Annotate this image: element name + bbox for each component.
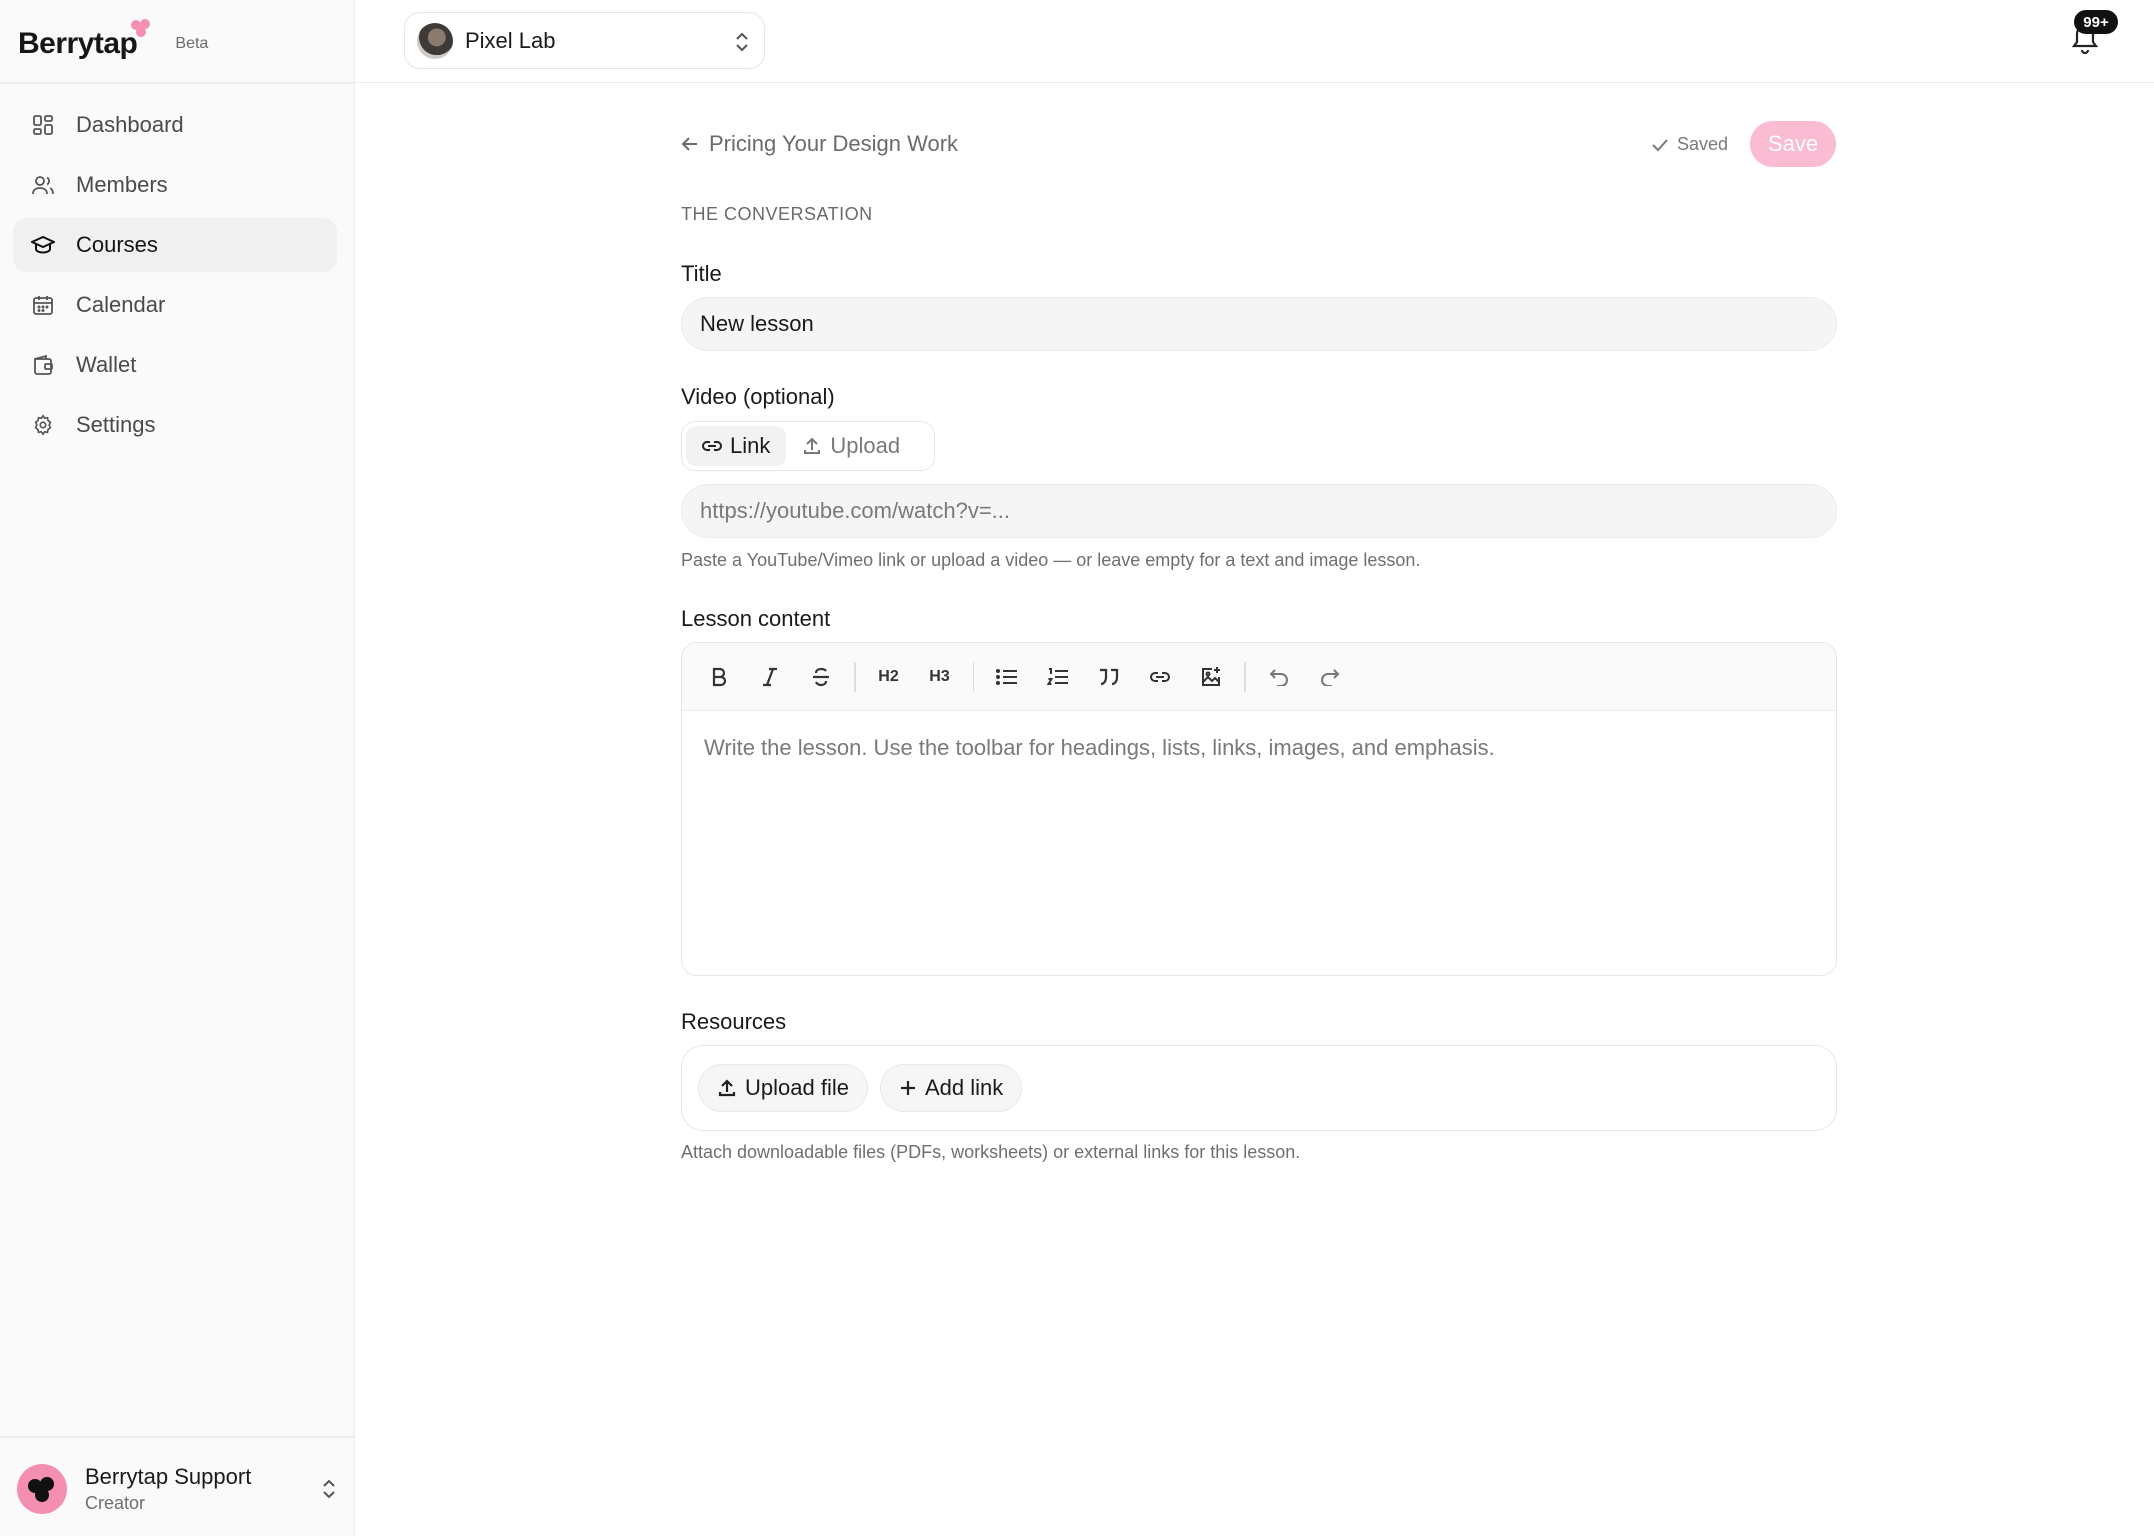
- account-switcher[interactable]: Berrytap Support Creator: [17, 1461, 337, 1517]
- numbered-list-icon[interactable]: [1037, 656, 1079, 698]
- video-upload-tab[interactable]: Upload: [786, 426, 916, 466]
- chevron-up-down-icon: [734, 30, 750, 54]
- brand-logo[interactable]: Berrytap Beta: [18, 19, 209, 66]
- video-label: Video (optional): [681, 384, 835, 409]
- blockquote-icon[interactable]: [1088, 656, 1130, 698]
- strikethrough-icon[interactable]: [800, 656, 842, 698]
- saved-status: Saved: [1651, 134, 1728, 155]
- chevron-up-down-icon: [321, 1477, 337, 1501]
- berry-icon: [130, 18, 152, 38]
- redo-icon[interactable]: [1309, 656, 1351, 698]
- plus-icon: [899, 1079, 925, 1097]
- lesson-content-label: Lesson content: [681, 606, 831, 631]
- beta-badge: Beta: [175, 35, 209, 52]
- dashboard-grid-icon: [30, 112, 56, 138]
- italic-icon[interactable]: [749, 656, 791, 698]
- sidebar-item-dashboard[interactable]: Dashboard: [13, 98, 337, 152]
- divider: [0, 82, 354, 84]
- add-link-label: Add link: [924, 1075, 1004, 1100]
- upload-file-label: Upload file: [745, 1075, 849, 1100]
- upload-icon: [717, 1078, 745, 1098]
- divider: [0, 1436, 354, 1438]
- toolbar-divider: [854, 661, 856, 692]
- sidebar: Berrytap Beta Dashboard Members Courses: [0, 0, 355, 1536]
- lesson-content-input[interactable]: Write the lesson. Use the toolbar for he…: [682, 711, 1836, 785]
- gear-icon: [30, 412, 56, 438]
- check-icon: [1651, 138, 1677, 152]
- graduation-cap-icon: [30, 232, 56, 258]
- sidebar-item-label: Courses: [76, 232, 158, 257]
- wallet-icon: [30, 352, 56, 378]
- workspace-switcher[interactable]: Pixel Lab: [404, 12, 765, 69]
- sidebar-item-label: Settings: [76, 412, 156, 437]
- top-bar: Pixel Lab 99+: [356, 0, 2154, 83]
- sidebar-item-wallet[interactable]: Wallet: [13, 338, 337, 392]
- video-source-toggle: Link Upload: [681, 421, 935, 471]
- rich-text-editor: H2 H3 Write the lesson. Use the toolbar …: [681, 642, 1837, 976]
- video-upload-tab-label: Upload: [830, 433, 901, 458]
- back-link-label: Pricing Your Design Work: [709, 131, 959, 156]
- resources-box: Upload file Add link: [681, 1045, 1837, 1131]
- video-url-input[interactable]: https://youtube.com/watch?v=...: [681, 484, 1837, 538]
- user-name: Berrytap Support: [85, 1464, 252, 1489]
- editor-toolbar: H2 H3: [682, 643, 1836, 711]
- bullet-list-icon[interactable]: [986, 656, 1028, 698]
- sidebar-item-calendar[interactable]: Calendar: [13, 278, 337, 332]
- upload-file-button[interactable]: Upload file: [698, 1064, 868, 1112]
- sidebar-item-members[interactable]: Members: [13, 158, 337, 212]
- link-icon[interactable]: [1139, 656, 1181, 698]
- back-link[interactable]: Pricing Your Design Work: [681, 131, 958, 157]
- sidebar-item-label: Members: [76, 172, 168, 197]
- add-link-button[interactable]: Add link: [879, 1064, 1023, 1112]
- toolbar-divider: [1244, 661, 1246, 692]
- section-label: THE CONVERSATION: [681, 204, 873, 224]
- upload-icon: [802, 436, 830, 456]
- resources-label: Resources: [681, 1009, 787, 1034]
- heading-3-button[interactable]: H3: [919, 656, 961, 698]
- video-link-tab-label: Link: [730, 433, 771, 458]
- link-icon: [702, 439, 730, 453]
- bold-icon[interactable]: [698, 656, 740, 698]
- title-label: Title: [681, 261, 722, 286]
- avatar: [17, 1464, 67, 1514]
- toolbar-divider: [972, 661, 974, 692]
- sidebar-nav: Dashboard Members Courses Calendar Walle…: [13, 98, 337, 458]
- video-help-text: Paste a YouTube/Vimeo link or upload a v…: [681, 550, 1421, 570]
- sidebar-item-label: Dashboard: [76, 112, 184, 137]
- save-button[interactable]: Save: [1750, 121, 1836, 167]
- user-role: Creator: [85, 1493, 146, 1513]
- insert-image-icon[interactable]: [1190, 656, 1232, 698]
- video-link-tab[interactable]: Link: [686, 426, 787, 466]
- notification-count-badge: 99+: [2074, 10, 2118, 34]
- sidebar-item-label: Calendar: [76, 292, 166, 317]
- title-input[interactable]: New lesson: [681, 297, 1837, 351]
- heading-2-button[interactable]: H2: [868, 656, 910, 698]
- arrow-left-icon: [681, 135, 709, 153]
- sidebar-item-courses[interactable]: Courses: [13, 218, 337, 272]
- sidebar-item-settings[interactable]: Settings: [13, 398, 337, 452]
- resources-help-text: Attach downloadable files (PDFs, workshe…: [681, 1142, 1301, 1162]
- sidebar-item-label: Wallet: [76, 352, 137, 377]
- saved-status-label: Saved: [1677, 134, 1729, 154]
- workspace-name: Pixel Lab: [465, 27, 556, 53]
- brand-name: Berrytap: [18, 27, 138, 60]
- undo-icon[interactable]: [1258, 656, 1300, 698]
- users-icon: [30, 172, 56, 198]
- calendar-icon: [30, 292, 56, 318]
- workspace-avatar: [417, 22, 453, 59]
